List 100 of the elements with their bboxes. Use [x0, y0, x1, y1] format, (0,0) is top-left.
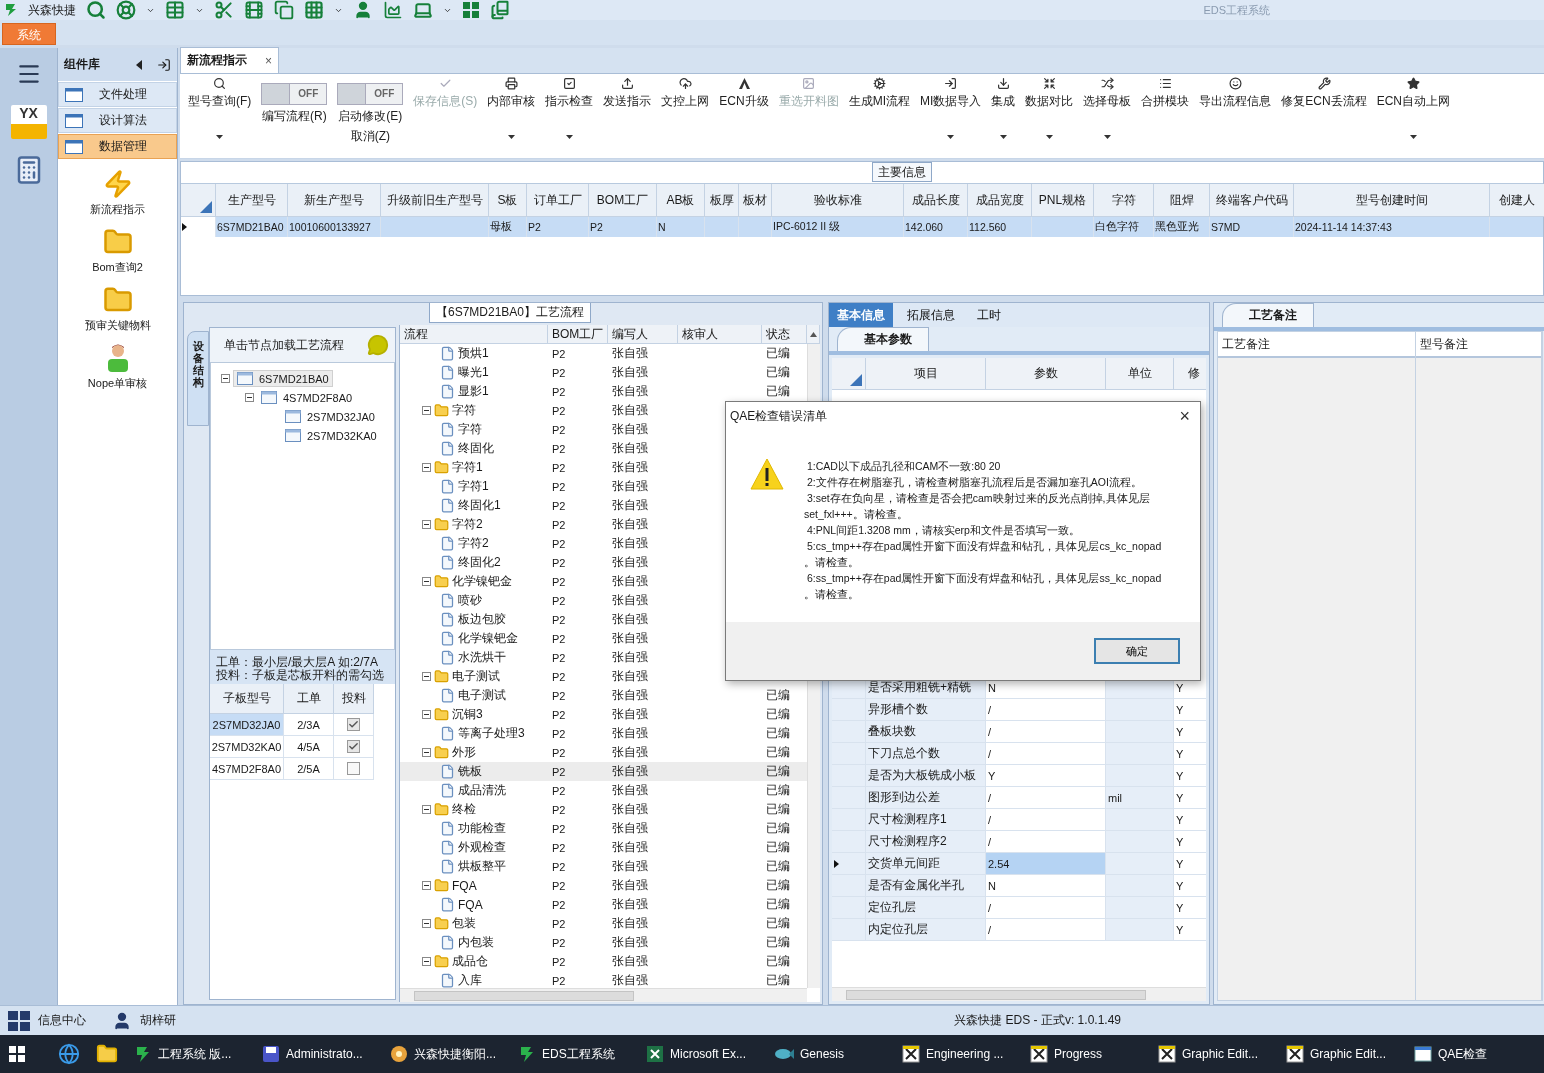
table-cell: 张自强 [612, 801, 648, 818]
table-cell: P2 [552, 651, 566, 664]
toggle-label: 编写流程(R) [262, 108, 327, 125]
message-line: 4:PNL间距1.3208 mm，请核实erp和文件是否填写一致。 [806, 523, 1081, 538]
message-line: 。请检查。 [804, 587, 860, 602]
table-cell: 张自强 [612, 402, 648, 419]
table-cell: N [658, 221, 666, 233]
table-cell: 张自强 [612, 744, 648, 761]
table-cell: P2 [552, 727, 566, 740]
table-cell: P2 [552, 385, 566, 398]
table-cell: P2 [552, 803, 566, 816]
table-cell: 张自强 [612, 554, 648, 571]
table-cell: IPC-6012 II 级 [773, 220, 841, 234]
table-cell: 已编 [766, 782, 790, 799]
table-cell: 张自强 [612, 478, 648, 495]
table-cell: 张自强 [612, 345, 648, 362]
table-cell: 张自强 [612, 877, 648, 894]
table-cell: 已编 [766, 383, 790, 400]
table-cell: P2 [552, 841, 566, 854]
message-line: 6:ss_tmp++存在pad属性开窗下面没有焊盘和钻孔，具体见层ss_kc_nopad [806, 571, 1162, 586]
table-cell: 张自强 [612, 839, 648, 856]
table-cell: P2 [552, 556, 566, 569]
table-cell: 张自强 [612, 535, 648, 552]
table-cell: P2 [552, 480, 566, 493]
toggle-label: 取消(Z) [350, 128, 390, 145]
table-cell: 2/5A [297, 762, 320, 775]
property-name: 定位孔层 [866, 897, 986, 919]
app-name: 兴森快捷 [28, 1, 76, 19]
table-cell: P2 [552, 366, 566, 379]
table-cell: 2S7MD32KA0 [211, 740, 282, 753]
hint-text: 投料：子板是芯板开料的需勾选 [215, 669, 385, 682]
table-cell: P2 [528, 221, 541, 233]
table-cell: 张自强 [612, 630, 648, 647]
table-cell: 张自强 [612, 497, 648, 514]
property-name: 交货单元间距 [866, 853, 986, 875]
table-cell: 张自强 [612, 649, 648, 666]
table-cell: 张自强 [612, 858, 648, 875]
table-cell: 已编 [766, 877, 790, 894]
table-cell: P2 [552, 670, 566, 683]
table-cell: 已编 [766, 820, 790, 837]
table-cell: P2 [552, 499, 566, 512]
table-cell: 已编 [766, 896, 790, 913]
message-line: 5:cs_tmp++存在pad属性开窗下面没有焊盘和钻孔，具体见层cs_kc_nopad [806, 539, 1162, 554]
table-cell: 2024-11-14 14:37:43 [1295, 221, 1392, 233]
table-cell: 已编 [766, 345, 790, 362]
table-cell: 已编 [766, 706, 790, 723]
table-cell: P2 [552, 689, 566, 702]
table-cell: 张自强 [612, 592, 648, 609]
table-cell: 张自强 [612, 934, 648, 951]
table-cell: 张自强 [612, 706, 648, 723]
table-cell: P2 [552, 613, 566, 626]
panel-title: 【6S7MD21BA0】工艺流程 [429, 303, 592, 323]
table-cell: 已编 [766, 687, 790, 704]
table-cell: 张自强 [612, 668, 648, 685]
property-name: 图形到边公差 [866, 787, 986, 809]
table-cell: P2 [552, 632, 566, 645]
table-cell: 张自强 [612, 953, 648, 970]
table-cell: P2 [552, 974, 566, 987]
table-cell: 已编 [766, 934, 790, 951]
property-name: 是否有金属化半孔 [866, 875, 986, 897]
table-cell: P2 [552, 917, 566, 930]
table-cell: P2 [590, 221, 603, 233]
table-cell: 已编 [766, 839, 790, 856]
table-cell: P2 [552, 461, 566, 474]
property-name: 是否为大板铣成小板 [866, 765, 986, 787]
table-cell: 已编 [766, 858, 790, 875]
table-cell: P2 [552, 898, 566, 911]
table-cell: P2 [552, 822, 566, 835]
property-name: 叠板块数 [866, 721, 986, 743]
table-cell: 张自强 [612, 915, 648, 932]
hint-text: 工单：最小层/最大层A 如:2/7A [215, 656, 380, 669]
table-cell: P2 [552, 936, 566, 949]
table-cell: 张自强 [612, 782, 648, 799]
table-cell: 白色字符 [1095, 220, 1139, 234]
table-cell: P2 [552, 594, 566, 607]
table-cell: 已编 [766, 364, 790, 381]
property-name: 尺寸检测程序1 [866, 809, 986, 831]
property-name: 下刀点总个数 [866, 743, 986, 765]
panel-header: 单击节点加载工艺流程 [224, 336, 344, 354]
table-cell: 已编 [766, 763, 790, 780]
version-text: 兴森快捷 EDS - 正式v: 1.0.1.49 [954, 1012, 1121, 1029]
table-cell: 2S7MD32JA0 [212, 718, 281, 731]
property-name: 异形槽个数 [866, 699, 986, 721]
table-cell: P2 [552, 537, 566, 550]
table-cell: 张自强 [612, 687, 648, 704]
table-cell: P2 [552, 784, 566, 797]
table-cell: P2 [552, 955, 566, 968]
table-cell: 已编 [766, 972, 790, 988]
table-cell: 6S7MD21BA0 [217, 221, 284, 233]
unit-cell: mil [1106, 787, 1174, 809]
table-cell: 张自强 [612, 763, 648, 780]
table-cell: 张自强 [612, 611, 648, 628]
table-cell: 已编 [766, 725, 790, 742]
table-cell: 张自强 [612, 364, 648, 381]
library-title: 组件库 [64, 56, 101, 73]
section-title: 主要信息 [872, 162, 932, 182]
table-cell: 母板 [490, 220, 512, 234]
message-line: 2:文件存在树脂塞孔，请检查树脂塞孔流程后是否漏加塞孔AOI流程。 [806, 475, 1143, 490]
message-line: set_fxl+++。请检查。 [804, 507, 909, 522]
table-cell: 10010600133927 [289, 221, 371, 233]
